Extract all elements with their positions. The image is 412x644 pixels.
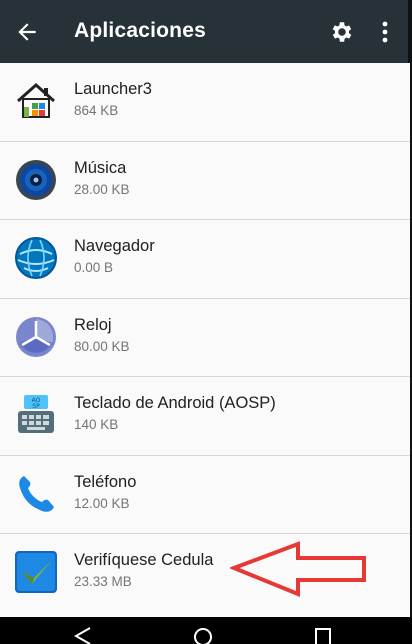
list-item[interactable]: Navegador 0.00 B [0, 220, 410, 299]
browser-globe-icon [15, 237, 57, 279]
app-size: 80.00 KB [74, 338, 130, 354]
app-size: 140 KB [74, 417, 119, 432]
launcher-home-icon [17, 82, 55, 118]
app-name: Teclado de Android (AOSP) [74, 394, 276, 412]
back-nav-icon[interactable] [74, 627, 92, 644]
app-name: Verifíquese Cedula [74, 551, 214, 569]
app-name: Launcher3 [74, 80, 152, 98]
list-item[interactable]: Reloj 80.00 KB [0, 299, 410, 377]
list-item[interactable]: Launcher3 864 KB [0, 63, 410, 142]
app-name: Reloj [74, 315, 112, 334]
recents-nav-icon[interactable] [314, 627, 332, 644]
app-bar: Aplicaciones [0, 0, 412, 63]
clock-icon [16, 316, 56, 357]
app-size: 864 KB [74, 103, 119, 118]
app-size: 0.00 B [74, 260, 114, 275]
list-item[interactable]: AO SP Teclado de Android (AOSP) 140 KB [0, 377, 410, 456]
phone-icon [19, 475, 54, 512]
app-list-screen: Aplicaciones Launcher3 864 KB Música 28.… [0, 0, 412, 644]
red-arrow-annotation [230, 541, 366, 597]
music-speaker-icon [16, 159, 56, 200]
list-item[interactable]: Música 28.00 KB [0, 142, 410, 220]
page-title: Aplicaciones [74, 19, 206, 42]
app-name: Teléfono [74, 472, 137, 491]
app-name: Navegador [74, 237, 155, 255]
arrow-back-icon[interactable] [14, 19, 40, 45]
svg-text:SP: SP [32, 403, 40, 410]
app-name: Música [74, 158, 127, 177]
list-item[interactable]: Teléfono 12.00 KB [0, 456, 410, 534]
app-size: 23.33 MB [74, 574, 132, 589]
app-list: Launcher3 864 KB Música 28.00 KB Navegad… [0, 63, 412, 617]
home-nav-icon[interactable] [193, 627, 213, 644]
app-size: 28.00 KB [74, 181, 130, 197]
more-vert-icon[interactable] [375, 19, 395, 45]
gear-icon[interactable] [329, 19, 355, 45]
app-size: 12.00 KB [74, 495, 130, 511]
verify-check-icon [15, 551, 57, 593]
system-nav-bar [0, 617, 412, 644]
keyboard-icon: AO SP [18, 395, 54, 433]
